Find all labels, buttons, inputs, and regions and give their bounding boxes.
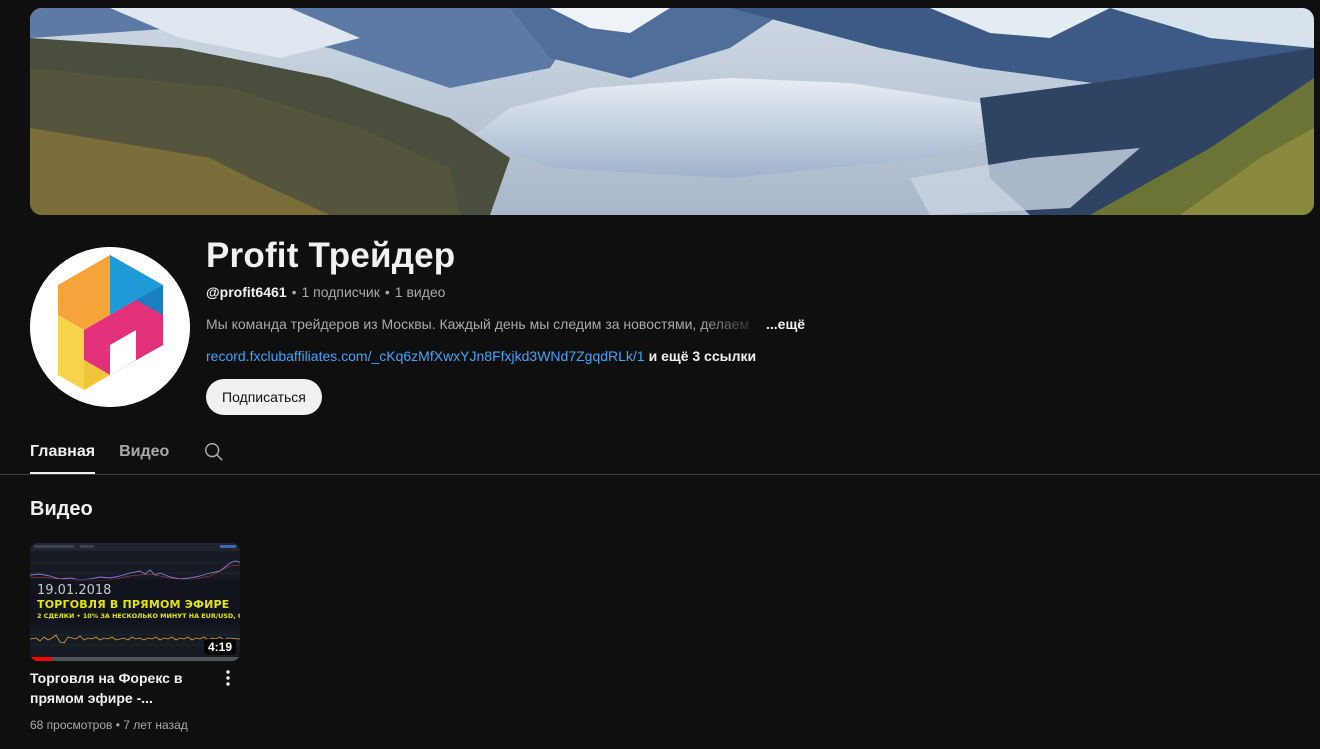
channel-links: record.fxclubaffiliates.com/_cKq6zMfXwxY… xyxy=(206,348,756,364)
channel-banner xyxy=(30,8,1314,215)
video-thumbnail[interactable]: 19.01.2018 ТОРГОВЛЯ В ПРЯМОМ ЭФИРЕ 2 СДЕ… xyxy=(30,543,240,661)
video-title[interactable]: Торговля на Форекс в прямом эфире -... xyxy=(30,668,210,708)
kebab-menu-glyph xyxy=(226,670,230,686)
video-meta: 68 просмотров • 7 лет назад xyxy=(30,718,188,732)
watch-progress-bar xyxy=(30,657,240,661)
channel-logo-icon xyxy=(30,247,190,407)
meta-separator: • xyxy=(384,284,390,300)
channel-title: Profit Трейдер xyxy=(206,236,456,275)
more-links-button[interactable]: и ещё 3 ссылки xyxy=(649,348,756,364)
video-card[interactable]: 19.01.2018 ТОРГОВЛЯ В ПРЯМОМ ЭФИРЕ 2 СДЕ… xyxy=(30,543,240,732)
channel-meta: @profit6461 • 1 подписчик • 1 видео xyxy=(206,284,445,300)
thumbnail-date: 19.01.2018 xyxy=(37,583,112,598)
watch-progress-fill xyxy=(30,657,51,661)
subscriber-count: 1 подписчик xyxy=(301,284,380,300)
description-text: Мы команда трейдеров из Москвы. Каждый д… xyxy=(206,316,750,332)
search-icon[interactable] xyxy=(203,430,225,474)
video-duration: 4:19 xyxy=(203,639,236,655)
subscribe-button[interactable]: Подписаться xyxy=(206,379,322,415)
channel-handle: @profit6461 xyxy=(206,284,287,300)
description-more-link[interactable]: ...ещё xyxy=(766,316,805,332)
section-title: Видео xyxy=(30,498,93,520)
video-count: 1 видео xyxy=(394,284,446,300)
search-icon-glyph xyxy=(205,443,224,461)
channel-avatar[interactable] xyxy=(30,247,190,407)
thumbnail-subline: 2 СДЕЛКИ • 10% ЗА НЕСКОЛЬКО МИНУТ НА EUR… xyxy=(37,612,240,620)
video-age: 7 лет назад xyxy=(123,718,188,732)
channel-description[interactable]: Мы команда трейдеров из Москвы. Каждый д… xyxy=(206,316,816,332)
channel-tabs: Главная Видео xyxy=(30,430,225,474)
channel-page: Profit Трейдер @profit6461 • 1 подписчик • 1… xyxy=(0,0,1320,749)
more-vert-icon[interactable] xyxy=(218,668,238,688)
channel-link[interactable]: record.fxclubaffiliates.com/_cKq6zMfXwxY… xyxy=(206,348,645,364)
banner-landscape-image xyxy=(30,8,1314,215)
tabs-divider xyxy=(0,474,1320,475)
video-views: 68 просмотров xyxy=(30,718,113,732)
thumbnail-headline: ТОРГОВЛЯ В ПРЯМОМ ЭФИРЕ xyxy=(37,598,230,611)
meta-separator: • xyxy=(115,718,120,732)
tab-videos[interactable]: Видео xyxy=(119,430,169,474)
meta-separator: • xyxy=(291,284,297,300)
tab-home[interactable]: Главная xyxy=(30,430,96,474)
